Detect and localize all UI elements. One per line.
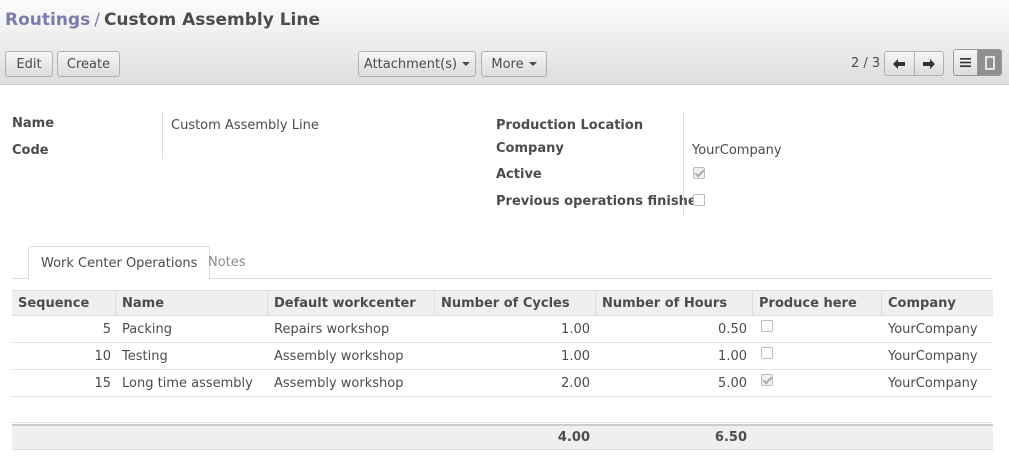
view-switcher [953,49,1002,76]
cell-hours: 1.00 [718,348,747,364]
page-title: Custom Assembly Line [103,10,321,30]
active-checkbox[interactable] [693,167,705,179]
notebook-tabs: Work Center Operations Notes [12,246,993,280]
header-sequence[interactable]: Sequence [18,291,89,315]
table-row[interactable]: 15 Long time assembly Assembly workshop … [12,370,993,397]
code-label: Code [12,143,49,158]
table-row-empty [12,397,993,423]
column-divider [595,291,596,315]
caret-down-icon [528,62,537,66]
edit-button[interactable]: Edit [5,51,53,77]
table-row[interactable]: 10 Testing Assembly workshop 1.00 1.00 Y… [12,343,993,370]
total-hours: 6.50 [714,430,747,445]
table-row[interactable]: 5 Packing Repairs workshop 1.00 0.50 You… [12,316,993,343]
cell-name: Testing [122,348,168,364]
label-divider [683,111,684,215]
cell-sequence: 15 [94,375,111,391]
column-divider [434,291,435,315]
caret-down-icon [462,62,471,66]
cell-sequence: 10 [94,348,111,364]
company-label: Company [496,141,564,156]
breadcrumb-routings-link[interactable]: Routings [5,10,90,30]
name-field[interactable]: Custom Assembly Line [171,118,319,133]
pager-next-button[interactable] [913,52,943,75]
cell-name: Packing [122,321,173,337]
produce-here-checkbox[interactable] [761,374,773,386]
more-label: More [491,56,524,72]
breadcrumb-separator: / [94,10,100,30]
cell-workcenter: Assembly workshop [274,375,404,391]
name-label: Name [12,116,55,131]
cell-company: YourCompany [888,375,978,391]
arrow-left-icon [893,58,906,69]
operations-table: Sequence Name Default workcenter Number … [12,290,993,423]
header-company[interactable]: Company [888,291,956,315]
header-name[interactable]: Name [122,291,164,315]
breadcrumb: Routings / Custom Assembly Line [5,10,320,30]
cell-hours: 0.50 [718,321,747,337]
cell-cycles: 1.00 [561,348,590,364]
cell-cycles: 1.00 [561,321,590,337]
header-number-of-cycles[interactable]: Number of Cycles [441,291,570,315]
pager-previous-button[interactable] [885,52,914,75]
previous-operations-label: Previous operations finished [496,194,706,209]
attachments-button[interactable]: Attachment(s) [358,51,476,77]
header-number-of-hours[interactable]: Number of Hours [602,291,727,315]
label-divider [162,111,163,159]
cell-name: Long time assembly [122,375,253,391]
attachments-label: Attachment(s) [363,56,458,72]
header-produce-here[interactable]: Produce here [759,291,857,315]
cell-workcenter: Repairs workshop [274,321,390,337]
produce-here-checkbox[interactable] [761,347,773,359]
table-footer-totals: 4.00 6.50 [12,424,993,450]
more-button[interactable]: More [481,51,547,77]
produce-here-checkbox[interactable] [761,320,773,332]
cell-hours: 5.00 [718,375,747,391]
list-view-icon [960,58,971,67]
production-location-label: Production Location [496,118,644,133]
form-view-icon [984,55,995,70]
previous-operations-checkbox[interactable] [693,194,705,206]
active-label: Active [496,167,542,182]
column-divider [115,291,116,315]
tab-work-center-operations[interactable]: Work Center Operations [28,246,211,280]
list-view-button[interactable] [954,50,977,75]
cell-cycles: 2.00 [561,375,590,391]
column-divider [752,291,753,315]
header-default-workcenter[interactable]: Default workcenter [274,291,416,315]
column-divider [267,291,268,315]
create-button[interactable]: Create [57,51,120,77]
cell-workcenter: Assembly workshop [274,348,404,364]
company-field[interactable]: YourCompany [692,143,782,158]
tab-notes[interactable]: Notes [196,246,258,279]
column-divider [881,291,882,315]
pager-buttons [884,51,944,76]
table-header: Sequence Name Default workcenter Number … [12,290,993,316]
pager-value: 2 / 3 [851,56,881,71]
form-view-button[interactable] [977,50,1001,75]
arrow-right-icon [922,58,935,69]
cell-sequence: 5 [102,321,111,337]
control-panel: Routings / Custom Assembly Line Edit Creat… [0,0,1009,85]
total-cycles: 4.00 [557,430,590,445]
cell-company: YourCompany [888,348,978,364]
cell-company: YourCompany [888,321,978,337]
